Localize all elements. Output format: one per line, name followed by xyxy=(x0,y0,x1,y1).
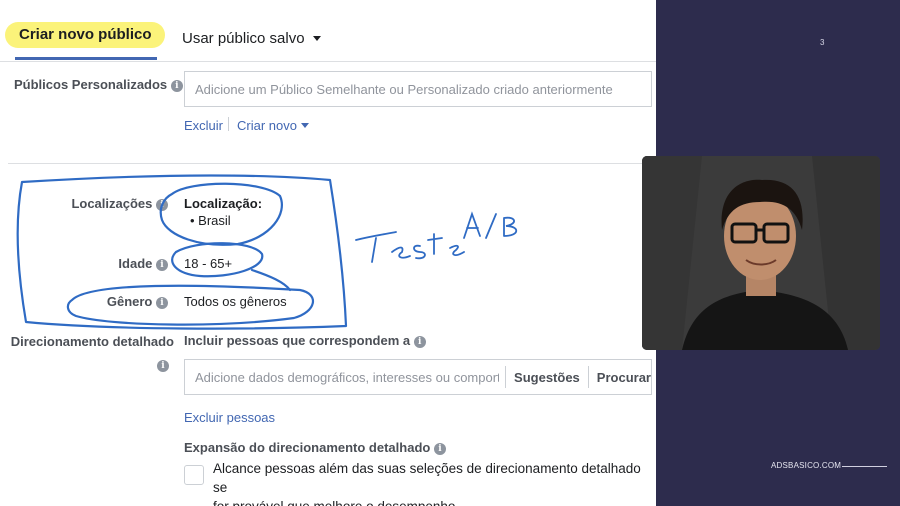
expansion-text-line: Alcance pessoas além das suas seleções d… xyxy=(213,461,641,495)
brand-watermark: ADSBASICO.COM xyxy=(771,461,842,470)
tab-create-new-audience[interactable]: Criar novo público xyxy=(5,22,165,56)
tab-use-saved-audience[interactable]: Usar público salvo xyxy=(182,30,321,47)
exclude-link[interactable]: Excluir xyxy=(184,118,223,133)
gender-value[interactable]: Todos os gêneros xyxy=(184,294,287,309)
chevron-down-icon xyxy=(300,123,309,128)
info-icon[interactable]: i xyxy=(156,297,168,309)
annotation-arrow-stroke xyxy=(250,268,292,292)
age-label-row: Idade i xyxy=(118,256,168,271)
create-new-dropdown[interactable]: Criar novo xyxy=(237,118,309,133)
age-value[interactable]: 18 - 65+ xyxy=(184,256,232,271)
targeting-expansion-text: Alcance pessoas além das suas seleções d… xyxy=(213,459,656,506)
targeting-expansion-checkbox[interactable] xyxy=(184,465,204,485)
location-value: Brasil xyxy=(198,213,231,228)
detailed-targeting-input[interactable]: Adicione dados demográficos, interesses … xyxy=(184,359,652,395)
detailed-targeting-placeholder: Adicione dados demográficos, interesses … xyxy=(195,369,500,385)
gender-label-row: Gênero i xyxy=(107,294,168,309)
dropdown-triangle-icon xyxy=(312,36,321,41)
age-label: Idade xyxy=(118,256,153,271)
input-separator xyxy=(505,366,507,388)
input-separator xyxy=(587,366,589,388)
locations-label-row: Localizações i xyxy=(71,196,168,211)
expansion-text-line: for provável que melhore o desempenho. xyxy=(213,497,656,506)
browse-button[interactable]: Procurar xyxy=(597,370,651,385)
custom-audience-placeholder: Adicione um Público Semelhante ou Person… xyxy=(195,81,613,97)
targeting-expansion-title: Expansão do direcionamento detalhado xyxy=(184,440,431,455)
info-icon[interactable]: i xyxy=(156,199,168,211)
brand-underline xyxy=(842,466,887,467)
suggestions-button[interactable]: Sugestões xyxy=(514,370,580,385)
exclude-people-link[interactable]: Excluir pessoas xyxy=(184,410,275,425)
custom-audiences-label: Públicos Personalizados xyxy=(14,77,168,92)
active-tab-indicator xyxy=(15,57,157,60)
include-people-row: Incluir pessoas que correspondem a i xyxy=(184,333,426,348)
include-people-label: Incluir pessoas que correspondem a xyxy=(184,333,411,348)
gender-label: Gênero xyxy=(106,294,153,309)
annotation-rectangle xyxy=(16,174,348,330)
location-list-item: • Brasil xyxy=(190,213,231,228)
tab-create-new-label: Criar novo público xyxy=(19,26,152,43)
info-icon[interactable]: i xyxy=(170,80,183,92)
tab-use-saved-label: Usar público salvo xyxy=(182,30,305,47)
info-icon[interactable]: i xyxy=(156,259,168,271)
presenter-video-frame xyxy=(642,156,880,350)
info-icon[interactable]: i xyxy=(157,360,169,372)
audience-tabs: Criar novo público Usar público salvo xyxy=(0,0,656,62)
custom-audiences-label-row: Públicos Personalizados i xyxy=(14,77,183,92)
targeting-expansion-row: Expansão do direcionamento detalhado i xyxy=(184,440,446,455)
info-icon[interactable]: i xyxy=(413,336,426,348)
section-divider xyxy=(8,163,654,164)
locations-label: Localizações xyxy=(71,196,153,211)
slide-page-number: 3 xyxy=(820,38,825,47)
custom-audience-input[interactable]: Adicione um Público Semelhante ou Person… xyxy=(184,71,652,107)
detailed-targeting-label: Direcionamento detalhado xyxy=(10,334,174,349)
create-new-label: Criar novo xyxy=(237,118,297,133)
presenter-webcam xyxy=(642,156,880,350)
handwritten-text-teste-ab xyxy=(355,211,518,263)
link-separator xyxy=(228,117,229,131)
audience-editor: Criar novo público Usar público salvo Pú… xyxy=(0,0,656,506)
location-heading: Localização: xyxy=(184,196,263,211)
bullet-icon: • xyxy=(190,213,199,228)
info-icon[interactable]: i xyxy=(433,443,446,455)
